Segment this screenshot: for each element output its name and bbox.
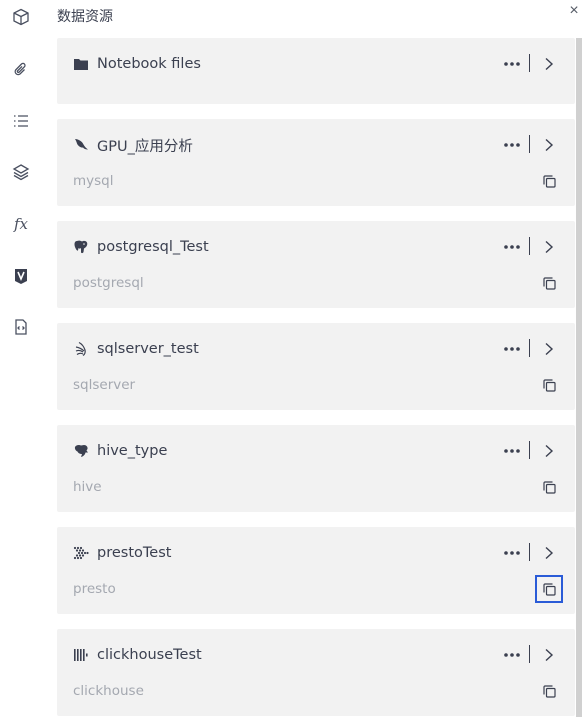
- layers-icon[interactable]: [11, 162, 31, 182]
- resource-card-notebook-files[interactable]: Notebook files: [57, 38, 575, 104]
- card-header: hive_type: [73, 441, 167, 461]
- resource-card-presto[interactable]: prestoTest presto: [57, 527, 575, 614]
- copy-icon[interactable]: [541, 275, 557, 291]
- chevron-right-icon[interactable]: [541, 645, 557, 665]
- more-options-button[interactable]: [501, 339, 523, 359]
- left-sidebar: fx: [0, 0, 42, 717]
- more-options-button[interactable]: [501, 135, 523, 155]
- postgresql-icon: [73, 239, 89, 255]
- divider: [529, 441, 530, 459]
- resource-type: hive: [73, 479, 102, 495]
- copy-icon[interactable]: [541, 173, 557, 189]
- code-file-icon[interactable]: [11, 317, 31, 337]
- resource-type: sqlserver: [73, 377, 136, 393]
- list-icon[interactable]: [11, 111, 31, 131]
- more-options-button[interactable]: [501, 441, 523, 461]
- more-options-button[interactable]: [501, 237, 523, 257]
- card-header: GPU_应用分析: [73, 135, 193, 155]
- resource-card-hive[interactable]: hive_type hive: [57, 425, 575, 512]
- scrollbar[interactable]: [576, 38, 582, 717]
- sqlserver-icon: [73, 341, 89, 357]
- chevron-right-icon[interactable]: [541, 54, 557, 74]
- more-options-button[interactable]: [501, 645, 523, 665]
- resource-name: clickhouseTest: [97, 647, 202, 663]
- resource-card-clickhouse[interactable]: clickhouseTest clickhouse: [57, 629, 575, 716]
- close-button[interactable]: ×: [566, 3, 582, 19]
- divider: [529, 339, 530, 357]
- copy-icon[interactable]: [541, 683, 557, 699]
- card-header: sqlserver_test: [73, 339, 199, 359]
- card-header: prestoTest: [73, 543, 171, 563]
- resource-type: postgresql: [73, 275, 144, 291]
- paperclip-icon[interactable]: [11, 59, 31, 79]
- panel-title: 数据资源: [57, 9, 113, 25]
- folder-icon: [73, 56, 89, 72]
- chevron-right-icon[interactable]: [541, 339, 557, 359]
- divider: [529, 543, 530, 561]
- resource-name: sqlserver_test: [97, 341, 199, 357]
- resource-card-mysql[interactable]: GPU_应用分析 mysql: [57, 119, 575, 206]
- resource-card-postgresql[interactable]: postgresql_Test postgresql: [57, 221, 575, 308]
- chevron-right-icon[interactable]: [541, 543, 557, 563]
- more-options-button[interactable]: [501, 54, 523, 74]
- chevron-right-icon[interactable]: [541, 237, 557, 257]
- copy-icon[interactable]: [535, 575, 563, 603]
- hive-icon: [73, 443, 89, 459]
- resource-name: GPU_应用分析: [97, 138, 193, 155]
- resource-name: hive_type: [97, 443, 168, 459]
- cube-icon[interactable]: [11, 7, 31, 27]
- divider: [529, 54, 530, 72]
- v-logo-icon[interactable]: [11, 266, 31, 286]
- resource-name: Notebook files: [97, 56, 201, 72]
- resource-name: prestoTest: [97, 545, 172, 561]
- resource-name: postgresql_Test: [97, 239, 209, 255]
- copy-icon[interactable]: [541, 377, 557, 393]
- card-header: clickhouseTest: [73, 645, 202, 665]
- copy-icon[interactable]: [541, 479, 557, 495]
- resource-type: clickhouse: [73, 683, 144, 699]
- divider: [529, 237, 530, 255]
- mysql-icon: [73, 137, 89, 153]
- more-options-button[interactable]: [501, 543, 523, 563]
- resource-type: mysql: [73, 173, 114, 189]
- clickhouse-icon: [73, 647, 89, 663]
- resource-type: presto: [73, 581, 116, 597]
- fx-label: fx: [13, 215, 28, 233]
- divider: [529, 135, 530, 153]
- card-header: postgresql_Test: [73, 237, 209, 257]
- resource-card-sqlserver[interactable]: sqlserver_test sqlserver: [57, 323, 575, 410]
- chevron-right-icon[interactable]: [541, 441, 557, 461]
- scrollbar-thumb[interactable]: [576, 38, 582, 717]
- fx-icon[interactable]: fx: [11, 214, 31, 234]
- chevron-right-icon[interactable]: [541, 135, 557, 155]
- presto-icon: [73, 545, 89, 561]
- divider: [529, 645, 530, 663]
- card-header: Notebook files: [73, 54, 201, 74]
